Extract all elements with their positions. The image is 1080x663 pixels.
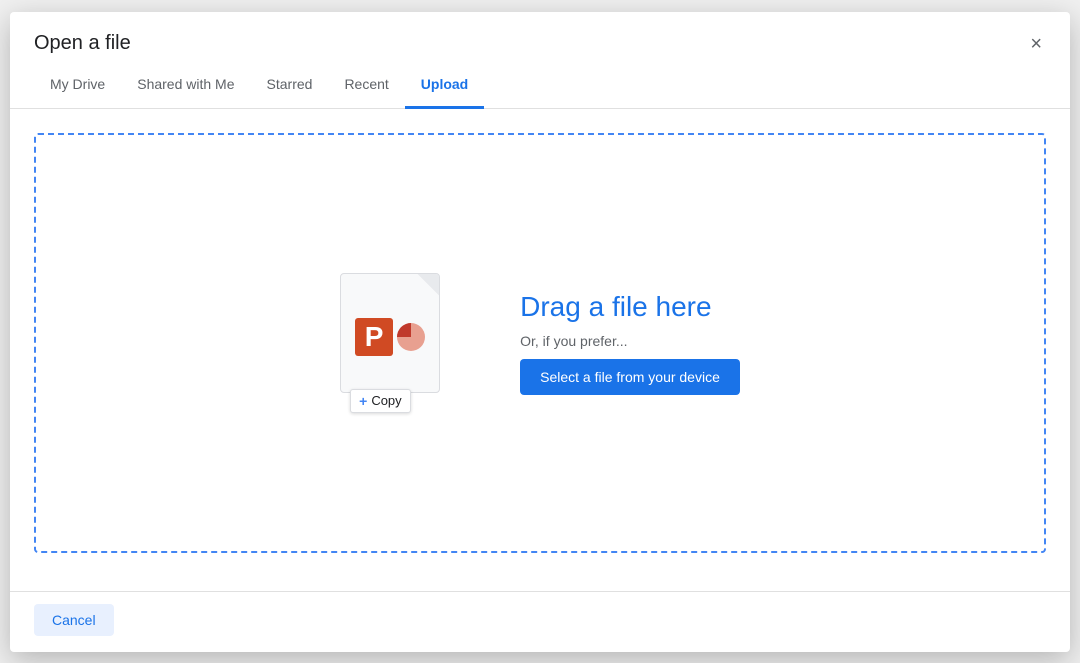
tab-recent[interactable]: Recent — [328, 62, 404, 109]
copy-badge: + Copy — [350, 389, 411, 413]
file-icon: P — [340, 273, 440, 393]
tab-starred[interactable]: Starred — [251, 62, 329, 109]
ppt-chart-icon — [397, 323, 425, 351]
copy-plus-icon: + — [359, 393, 367, 409]
file-icon-content: P — [355, 318, 425, 356]
ppt-p-icon: P — [355, 318, 393, 356]
cancel-button[interactable]: Cancel — [34, 604, 114, 636]
dialog-title: Open a file — [34, 32, 131, 55]
dialog-footer: Cancel — [10, 591, 1070, 652]
tab-my-drive[interactable]: My Drive — [34, 62, 121, 109]
close-button[interactable]: × — [1026, 30, 1046, 58]
tabs-bar: My Drive Shared with Me Starred Recent U… — [10, 62, 1070, 109]
tab-upload[interactable]: Upload — [405, 62, 484, 109]
or-text: Or, if you prefer... — [520, 333, 627, 349]
open-file-dialog: Open a file × My Drive Shared with Me St… — [10, 12, 1070, 652]
dropzone-text-area: Drag a file here Or, if you prefer... Se… — [520, 291, 740, 395]
dialog-header: Open a file × — [10, 12, 1070, 58]
select-file-button[interactable]: Select a file from your device — [520, 359, 740, 395]
tab-shared-with-me[interactable]: Shared with Me — [121, 62, 250, 109]
drag-text: Drag a file here — [520, 291, 711, 323]
file-icon-wrapper: P + Copy — [340, 273, 460, 413]
dialog-body: P + Copy Drag a file here Or, if you pre… — [10, 109, 1070, 591]
dropzone[interactable]: P + Copy Drag a file here Or, if you pre… — [34, 133, 1046, 553]
copy-label: Copy — [371, 393, 401, 408]
dropzone-inner: P + Copy Drag a file here Or, if you pre… — [340, 273, 740, 413]
